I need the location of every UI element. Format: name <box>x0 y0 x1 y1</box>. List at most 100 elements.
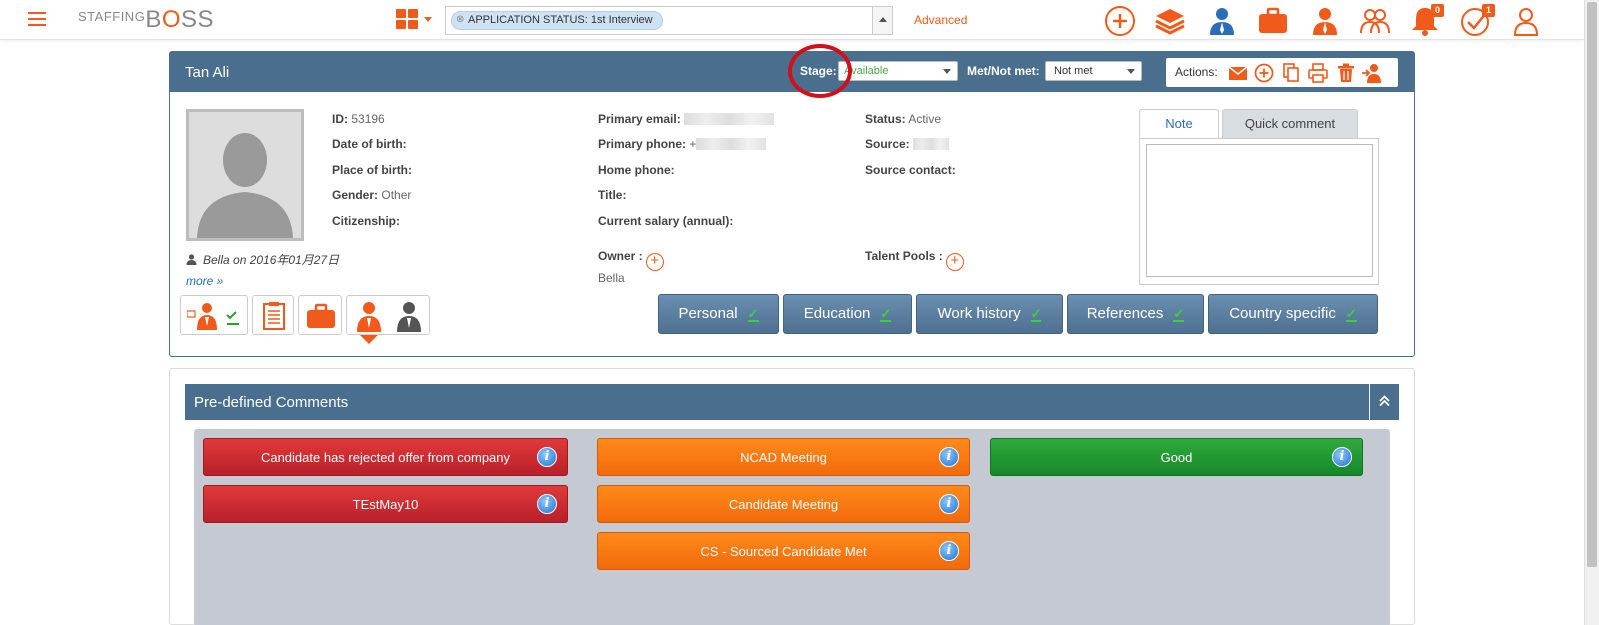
section-button-personal[interactable]: Personal ✓ <box>658 294 779 334</box>
notifications-badge: 0 <box>1431 4 1444 17</box>
logo-b: B <box>145 6 162 33</box>
candidate-header: Tan Ali Stage: Available Met/Not met: No… <box>170 44 1414 98</box>
check-icon: ✓ <box>747 306 759 322</box>
print-icon[interactable] <box>1307 62 1329 84</box>
gender-label: Gender: <box>332 188 379 202</box>
scrollbar-thumb[interactable] <box>1587 2 1597 567</box>
search-input[interactable]: ⊗ APPLICATION STATUS: 1st Interview <box>445 6 893 35</box>
logo-small-text: STAFFING <box>78 9 146 24</box>
logo-ss: SS <box>181 6 215 33</box>
remove-tag-icon[interactable]: ⊗ <box>456 14 464 25</box>
bell-icon[interactable]: 0 <box>1408 4 1444 38</box>
copy-icon[interactable] <box>1280 62 1302 84</box>
trash-icon[interactable] <box>1335 62 1357 84</box>
info-icon[interactable]: i <box>537 447 557 467</box>
more-link[interactable]: more » <box>186 274 223 288</box>
source-contact-label: Source contact: <box>865 163 956 177</box>
add-circle-icon[interactable] <box>1103 4 1137 38</box>
actions-label: Actions: <box>1175 65 1218 79</box>
note-textarea[interactable] <box>1146 144 1373 277</box>
jobs-briefcase-button[interactable] <box>298 295 342 335</box>
check-icon: ✓ <box>1173 306 1185 322</box>
source-value-redacted <box>913 138 950 150</box>
info-icon[interactable]: i <box>939 447 959 467</box>
talent-pools-field: Talent Pools : + <box>865 249 964 271</box>
tasks-check-icon[interactable]: 1 <box>1459 4 1495 38</box>
comment-button[interactable]: NCAD Meeting i <box>597 438 970 476</box>
comment-label: CS - Sourced Candidate Met <box>700 544 867 559</box>
candidate-user-icon[interactable] <box>1205 4 1239 38</box>
id-label: ID: <box>332 112 348 126</box>
apps-grid-icon[interactable] <box>396 9 418 29</box>
advanced-search-link[interactable]: Advanced <box>914 13 967 27</box>
section-button-country-specific[interactable]: Country specific ✓ <box>1208 294 1378 334</box>
comment-label: TEstMay10 <box>352 497 419 512</box>
met-select[interactable]: Not met <box>1045 61 1142 81</box>
phone-field: Primary phone: + <box>598 137 767 151</box>
section-button-work-history[interactable]: Work history ✓ <box>916 294 1063 334</box>
email-field: Primary email: <box>598 112 775 126</box>
candidate-name: Tan Ali <box>185 64 230 81</box>
search-tag-label: APPLICATION STATUS: 1st Interview <box>468 14 653 26</box>
info-icon[interactable]: i <box>537 494 557 514</box>
met-label: Met/Not met: <box>967 64 1040 78</box>
tab-quick-comment[interactable]: Quick comment <box>1222 109 1358 139</box>
section-label: Personal <box>678 305 738 322</box>
info-icon[interactable]: i <box>1332 447 1352 467</box>
search-expand-button[interactable] <box>872 7 892 34</box>
comment-label: Candidate has rejected offer from compan… <box>260 450 511 465</box>
check-icon: ✓ <box>880 306 892 322</box>
comment-button[interactable]: Candidate has rejected offer from compan… <box>203 438 568 476</box>
candidate-status-button[interactable] <box>180 295 248 335</box>
comment-button[interactable]: Good i <box>990 438 1363 476</box>
check-icon: ✓ <box>1030 306 1042 322</box>
highlight-circle <box>788 44 852 98</box>
status-value: Active <box>908 112 942 126</box>
search-filter-tag[interactable]: ⊗ APPLICATION STATUS: 1st Interview <box>451 11 663 30</box>
candidate-photo[interactable] <box>186 109 304 241</box>
resume-document-button[interactable] <box>252 295 294 335</box>
section-label: References <box>1086 305 1164 322</box>
chevron-down-icon[interactable] <box>424 17 432 22</box>
transfer-user-icon[interactable] <box>1361 62 1383 84</box>
collapse-button[interactable] <box>1369 384 1399 420</box>
contact-user-icon[interactable] <box>1308 4 1342 38</box>
contacts-user-button[interactable] <box>346 295 430 335</box>
add-owner-icon[interactable]: + <box>645 253 664 271</box>
comment-label: Candidate Meeting <box>728 497 839 512</box>
top-navbar: STAFFINGBOSS ⊗ APPLICATION STATUS: 1st In… <box>0 0 1584 40</box>
comments-title: Pre-defined Comments <box>194 394 349 411</box>
briefcase-icon[interactable] <box>1256 4 1290 38</box>
add-talent-pool-icon[interactable]: + <box>945 253 964 271</box>
section-button-references[interactable]: References ✓ <box>1067 294 1204 334</box>
app-logo[interactable]: STAFFINGBOSS <box>78 6 214 34</box>
email-icon[interactable] <box>1227 62 1249 84</box>
actions-toolbar: Actions: <box>1166 58 1398 87</box>
talent-pools-label: Talent Pools : <box>865 249 943 263</box>
source-field: Source: <box>865 137 950 151</box>
owner-name: Bella <box>598 271 625 285</box>
comment-button[interactable]: CS - Sourced Candidate Met i <box>597 532 970 570</box>
id-value: 53196 <box>351 112 385 126</box>
owner-value: Bella <box>598 271 625 285</box>
stage-select[interactable]: Available <box>838 61 958 81</box>
section-button-education[interactable]: Education ✓ <box>783 294 912 334</box>
section-label: Country specific <box>1229 305 1336 322</box>
add-circle-icon[interactable] <box>1253 62 1275 84</box>
group-users-icon[interactable] <box>1358 4 1392 38</box>
tasks-badge: 1 <box>1482 4 1495 17</box>
menu-icon[interactable] <box>28 12 46 28</box>
created-by-text: Bella on 2016年01月27日 <box>203 253 340 267</box>
title-label: Title: <box>598 188 627 202</box>
layers-icon[interactable] <box>1153 4 1187 38</box>
page-scrollbar[interactable] <box>1584 0 1599 625</box>
dob-label: Date of birth: <box>332 137 407 151</box>
info-icon[interactable]: i <box>939 494 959 514</box>
comment-button[interactable]: TEstMay10 i <box>203 485 568 523</box>
pob-field: Place of birth: <box>332 163 412 177</box>
profile-user-icon[interactable] <box>1509 4 1543 38</box>
info-icon[interactable]: i <box>939 541 959 561</box>
tab-note[interactable]: Note <box>1139 109 1219 139</box>
comment-button[interactable]: Candidate Meeting i <box>597 485 970 523</box>
id-field: ID: 53196 <box>332 112 385 126</box>
